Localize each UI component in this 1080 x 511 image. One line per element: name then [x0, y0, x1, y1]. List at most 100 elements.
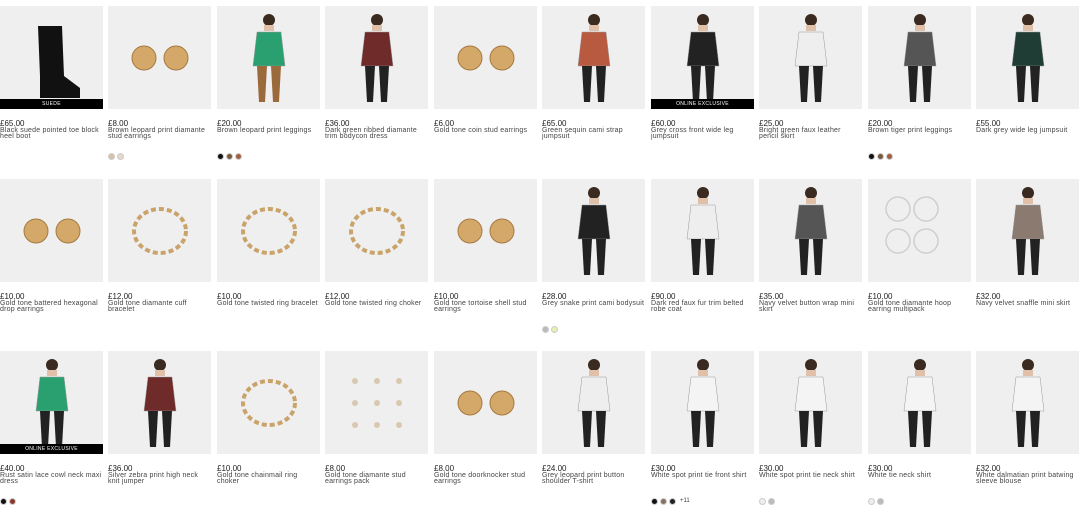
product-card[interactable]: £55.00 Dark grey wide leg jumpsuit — [976, 6, 1079, 166]
model-jumpsuit-icon[interactable] — [542, 6, 645, 109]
model-leggings-icon[interactable] — [217, 6, 320, 109]
model-jumpsuit-icon[interactable] — [976, 6, 1079, 109]
model-skirt-icon[interactable] — [759, 179, 862, 282]
product-card[interactable]: £65.00 Green sequin cami strap jumpsuit — [542, 6, 645, 166]
color-swatch[interactable] — [886, 152, 893, 160]
color-swatch[interactable] — [868, 497, 875, 505]
product-name[interactable]: White spot print tie front shirt — [651, 472, 754, 479]
chain-choker-icon[interactable] — [217, 351, 320, 454]
product-card[interactable]: £32.00 Navy velvet snaffle mini skirt — [976, 179, 1079, 339]
hoop-earrings-icon[interactable] — [868, 179, 971, 282]
model-bodysuit-icon[interactable] — [542, 179, 645, 282]
model-top-icon[interactable] — [542, 351, 645, 454]
drop-earrings-icon[interactable] — [0, 179, 103, 282]
color-swatch[interactable] — [235, 152, 242, 160]
ring-bracelet-icon[interactable] — [217, 179, 320, 282]
product-name[interactable]: Dark red faux fur trim belted robe coat — [651, 300, 754, 313]
product-card[interactable]: £10.00 Gold tone twisted ring bracelet — [217, 179, 320, 339]
model-skirt-icon[interactable] — [976, 179, 1079, 282]
product-name[interactable]: Gold tone twisted ring choker — [325, 300, 428, 307]
product-card[interactable]: £8.00 Gold tone doorknocker stud earrings — [434, 351, 537, 511]
product-card[interactable]: £8.00 Gold tone diamante stud earrings pa… — [325, 351, 428, 511]
product-name[interactable]: Gold tone diamante hoop earring multipac… — [868, 300, 971, 313]
product-card[interactable]: ONLINE EXCLUSIVE £60.00 Grey cross front w… — [651, 6, 754, 166]
product-name[interactable]: Grey leopard print button shoulder T-shi… — [542, 472, 645, 485]
cuff-bracelet-icon[interactable] — [108, 179, 211, 282]
product-card[interactable]: £36.00 Dark green ribbed diamante trim bo… — [325, 6, 428, 166]
product-name[interactable]: Black suede pointed toe block heel boot — [0, 127, 103, 140]
product-name[interactable]: White spot print tie neck shirt — [759, 472, 862, 479]
color-swatch[interactable] — [9, 497, 16, 505]
color-swatch[interactable] — [660, 497, 667, 505]
product-card[interactable]: £28.00 Grey snake print cami bodysuit — [542, 179, 645, 339]
product-card[interactable]: £8.00 Brown leopard print diamante stud e… — [108, 6, 211, 166]
product-card[interactable]: £32.00 White dalmatian print batwing slee… — [976, 351, 1079, 511]
more-colors-link[interactable]: +11 — [680, 498, 690, 504]
product-name[interactable]: White dalmatian print batwing sleeve blo… — [976, 472, 1079, 485]
product-card[interactable]: £10.00 Gold tone battered hexagonal drop … — [0, 179, 103, 339]
product-name[interactable]: Rust satin lace cowl neck maxi dress — [0, 472, 103, 485]
coin-earrings-icon[interactable] — [434, 6, 537, 109]
color-swatch[interactable] — [877, 152, 884, 160]
color-swatch[interactable] — [108, 152, 115, 160]
product-card[interactable]: £35.00 Navy velvet button wrap mini skirt — [759, 179, 862, 339]
product-name[interactable]: White tie neck shirt — [868, 472, 971, 479]
product-name[interactable]: Brown leopard print leggings — [217, 127, 320, 134]
product-card[interactable]: £20.00 Brown leopard print leggings — [217, 6, 320, 166]
product-name[interactable]: Gold tone twisted ring bracelet — [217, 300, 320, 307]
product-card[interactable]: £25.00 Bright green faux leather pencil s… — [759, 6, 862, 166]
product-name[interactable]: Gold tone diamante stud earrings pack — [325, 472, 428, 485]
product-name[interactable]: Bright green faux leather pencil skirt — [759, 127, 862, 140]
product-name[interactable]: Gold tone battered hexagonal drop earrin… — [0, 300, 103, 313]
product-name[interactable]: Brown leopard print diamante stud earrin… — [108, 127, 211, 140]
color-swatch[interactable] — [117, 152, 124, 160]
model-coat-icon[interactable] — [651, 179, 754, 282]
model-shirt-icon[interactable] — [868, 351, 971, 454]
product-card[interactable]: £30.00 White spot print tie neck shirt — [759, 351, 862, 511]
color-swatch[interactable] — [877, 497, 884, 505]
product-card[interactable]: £12.00 Gold tone twisted ring choker — [325, 179, 428, 339]
doorknocker-earrings-icon[interactable] — [434, 351, 537, 454]
model-dress-icon[interactable] — [325, 6, 428, 109]
product-name[interactable]: Grey cross front wide leg jumpsuit — [651, 127, 754, 140]
color-swatch[interactable] — [768, 497, 775, 505]
product-card[interactable]: SUEDE £65.00 Black suede pointed toe block… — [0, 6, 103, 166]
product-card[interactable]: £20.00 Brown tiger print leggings — [868, 6, 971, 166]
product-name[interactable]: Green sequin cami strap jumpsuit — [542, 127, 645, 140]
model-jumper-icon[interactable] — [108, 351, 211, 454]
product-card[interactable]: £30.00 White spot print tie front shirt +1… — [651, 351, 754, 511]
color-swatch[interactable] — [542, 325, 549, 333]
product-name[interactable]: Navy velvet snaffle mini skirt — [976, 300, 1079, 307]
color-swatch[interactable] — [551, 325, 558, 333]
product-card[interactable]: £10.00 Gold tone tortoise shell stud earr… — [434, 179, 537, 339]
color-swatch[interactable] — [759, 497, 766, 505]
product-name[interactable]: Gold tone doorknocker stud earrings — [434, 472, 537, 485]
tortoise-earrings-icon[interactable] — [434, 179, 537, 282]
product-name[interactable]: Gold tone diamante cuff bracelet — [108, 300, 211, 313]
model-blouse-icon[interactable] — [976, 351, 1079, 454]
model-skirt-icon[interactable] — [759, 6, 862, 109]
product-name[interactable]: Grey snake print cami bodysuit — [542, 300, 645, 307]
product-name[interactable]: Gold tone coin stud earrings — [434, 127, 537, 134]
black-boot-icon[interactable]: SUEDE — [0, 6, 103, 109]
color-swatch[interactable] — [217, 152, 224, 160]
product-card[interactable]: £6.00 Gold tone coin stud earrings — [434, 6, 537, 166]
product-card[interactable]: £10.00 Gold tone chainmail ring choker — [217, 351, 320, 511]
model-shirt-icon[interactable] — [651, 351, 754, 454]
product-name[interactable]: Dark grey wide leg jumpsuit — [976, 127, 1079, 134]
color-swatch[interactable] — [868, 152, 875, 160]
color-swatch[interactable] — [651, 497, 658, 505]
color-swatch[interactable] — [226, 152, 233, 160]
stud-earrings-icon[interactable] — [108, 6, 211, 109]
product-card[interactable]: £10.00 Gold tone diamante hoop earring mu… — [868, 179, 971, 339]
model-crouch-icon[interactable] — [868, 6, 971, 109]
product-card[interactable]: £90.00 Dark red faux fur trim belted robe… — [651, 179, 754, 339]
stud-pack-icon[interactable] — [325, 351, 428, 454]
model-shirt-icon[interactable] — [759, 351, 862, 454]
product-card[interactable]: £12.00 Gold tone diamante cuff bracelet — [108, 179, 211, 339]
product-name[interactable]: Dark green ribbed diamante trim bodycon … — [325, 127, 428, 140]
ring-choker-icon[interactable] — [325, 179, 428, 282]
product-card[interactable]: ONLINE EXCLUSIVE £40.00 Rust satin lace co… — [0, 351, 103, 511]
product-card[interactable]: £30.00 White tie neck shirt — [868, 351, 971, 511]
product-name[interactable]: Navy velvet button wrap mini skirt — [759, 300, 862, 313]
